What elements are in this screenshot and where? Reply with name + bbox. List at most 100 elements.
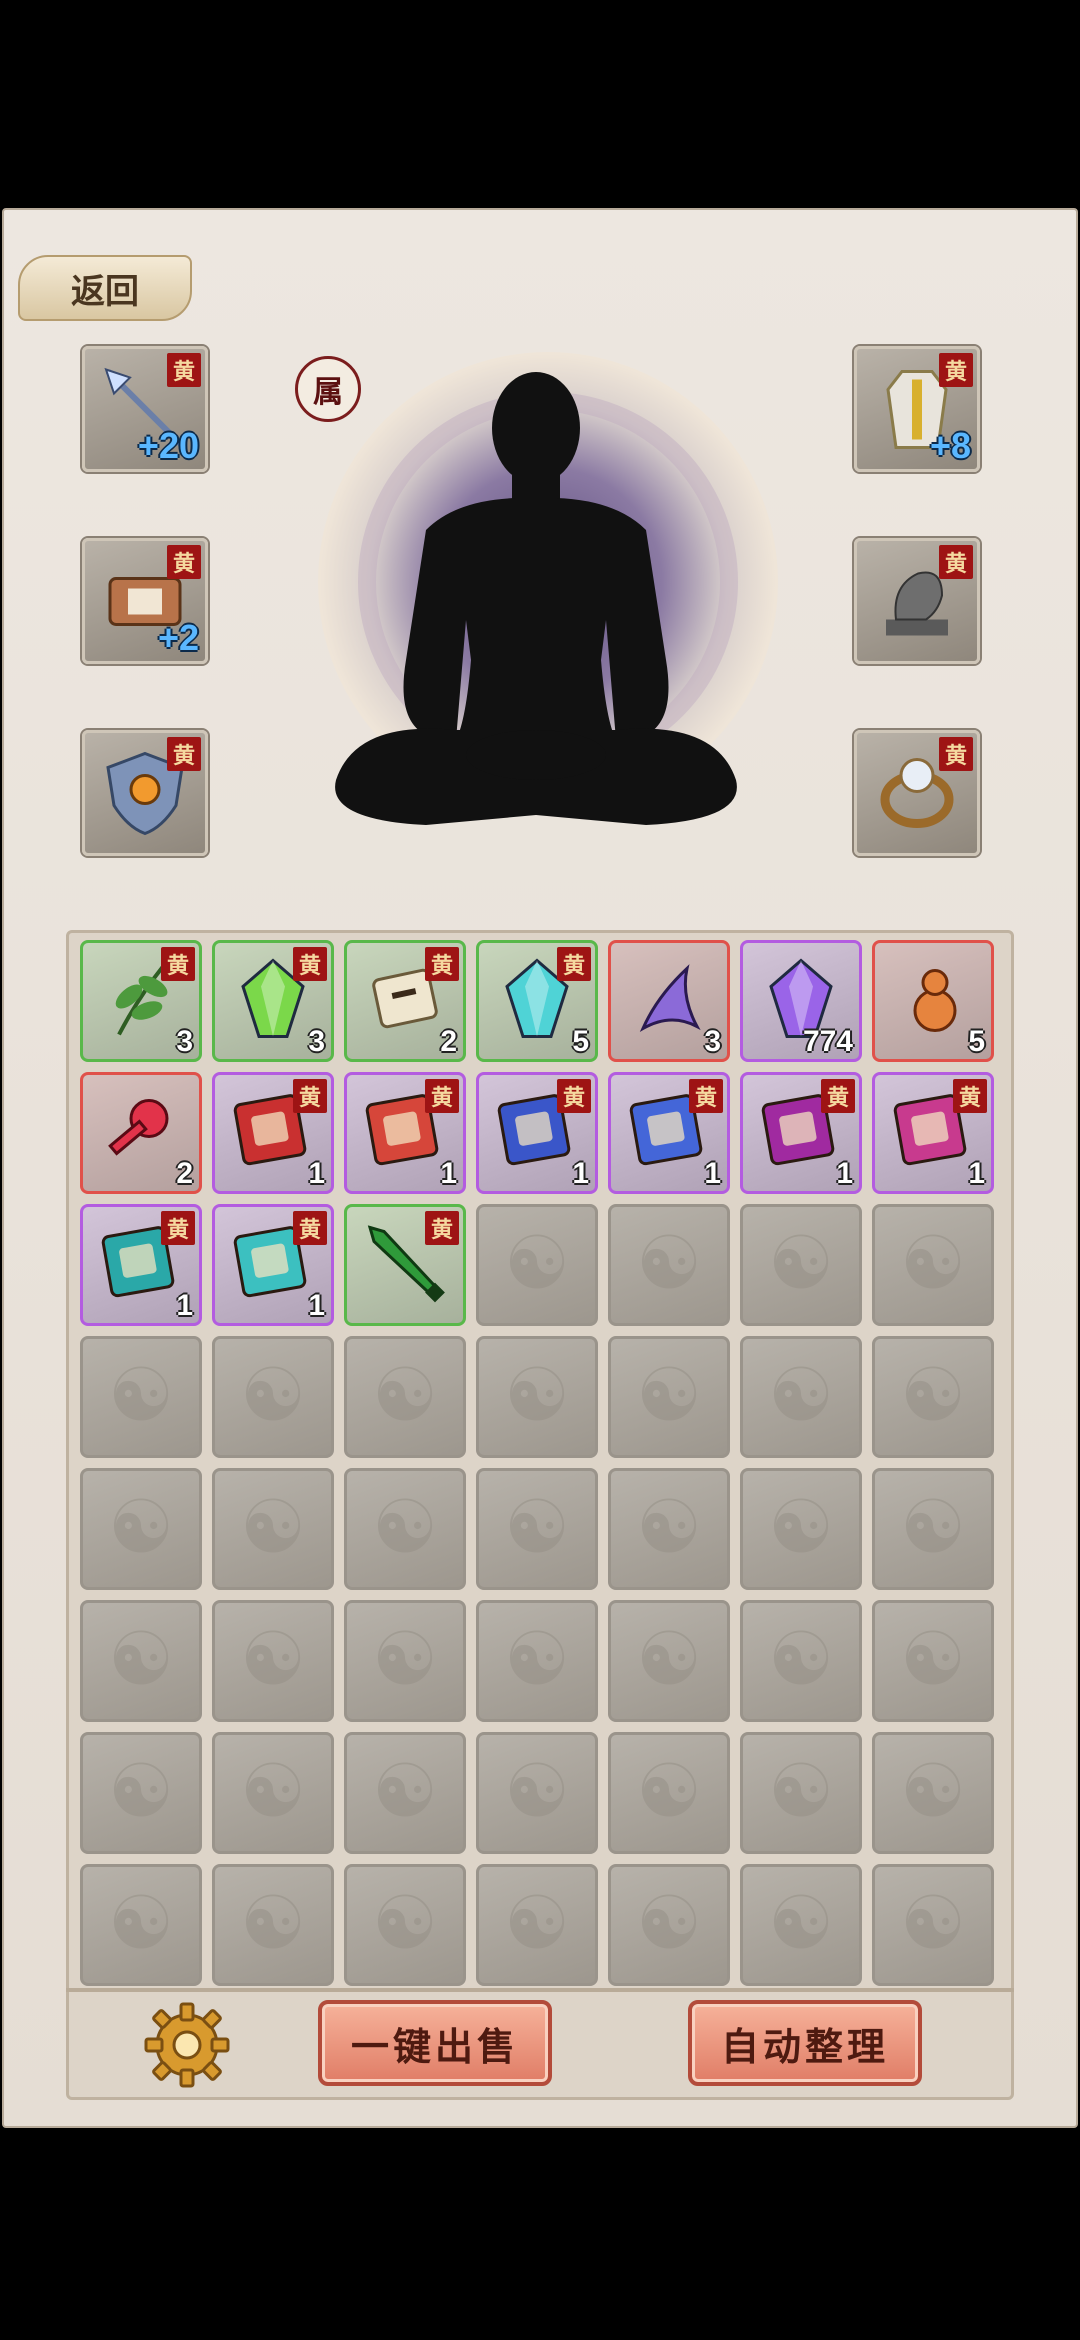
- inventory-empty-slot[interactable]: [608, 1732, 730, 1854]
- equip-slot-armor[interactable]: 黄 +8: [854, 346, 980, 472]
- sell-all-button[interactable]: 一键出售: [318, 2000, 552, 2086]
- inventory-item-scroll[interactable]: 黄2: [344, 940, 466, 1062]
- inventory-empty-slot[interactable]: [872, 1864, 994, 1986]
- inventory-empty-slot[interactable]: [80, 1336, 202, 1458]
- inventory-empty-slot[interactable]: [344, 1600, 466, 1722]
- item-count: 1: [308, 1157, 325, 1190]
- inventory-empty-slot[interactable]: [212, 1864, 334, 1986]
- back-button[interactable]: 返回: [18, 255, 192, 321]
- inventory-item-crystal[interactable]: 黄5: [476, 940, 598, 1062]
- inventory-empty-slot[interactable]: [740, 1468, 862, 1590]
- item-count: 1: [704, 1157, 721, 1190]
- inventory-empty-slot[interactable]: [740, 1204, 862, 1326]
- inventory-empty-slot[interactable]: [212, 1732, 334, 1854]
- auto-sort-label: 自动整理: [720, 2023, 889, 2069]
- inventory-empty-slot[interactable]: [344, 1468, 466, 1590]
- inventory-item-purple-book[interactable]: 黄1: [740, 1072, 862, 1194]
- inventory-empty-slot[interactable]: [608, 1336, 730, 1458]
- inventory-item-green-sword[interactable]: 黄: [344, 1204, 466, 1326]
- equip-slot-spear[interactable]: 黄 +20: [82, 346, 208, 472]
- equip-slot-shield[interactable]: 黄: [82, 730, 208, 856]
- rarity-tag: 黄: [939, 353, 973, 387]
- inventory-empty-slot[interactable]: [80, 1468, 202, 1590]
- inventory-empty-slot[interactable]: [344, 1864, 466, 1986]
- rarity-tag: 黄: [167, 545, 201, 579]
- settings-gear-icon[interactable]: [142, 2000, 232, 2090]
- inventory-empty-slot[interactable]: [872, 1336, 994, 1458]
- inventory-empty-slot[interactable]: [80, 1864, 202, 1986]
- inventory-empty-slot[interactable]: [476, 1600, 598, 1722]
- inventory-item-teal-book[interactable]: 黄1: [80, 1204, 202, 1326]
- rarity-tag: 黄: [167, 737, 201, 771]
- inventory-empty-slot[interactable]: [476, 1864, 598, 1986]
- inventory-item-red-gold-book[interactable]: 黄1: [344, 1072, 466, 1194]
- rarity-tag: 黄: [953, 1079, 987, 1113]
- inventory-empty-slot[interactable]: [476, 1336, 598, 1458]
- rarity-tag: 黄: [293, 947, 327, 981]
- inventory-item-herb[interactable]: 黄3: [80, 940, 202, 1062]
- enhance-level: +20: [137, 425, 199, 466]
- item-count: 2: [176, 1157, 193, 1190]
- equip-slot-scroll[interactable]: 黄 +2: [82, 538, 208, 664]
- item-count: 1: [836, 1157, 853, 1190]
- rarity-tag: 黄: [293, 1211, 327, 1245]
- enhance-level: +2: [157, 617, 199, 658]
- footer-divider: [66, 1988, 1014, 1992]
- spirit-wisp-icon: [627, 957, 711, 1046]
- inventory-empty-slot[interactable]: [740, 1600, 862, 1722]
- item-count: 5: [572, 1025, 589, 1058]
- inventory-empty-slot[interactable]: [872, 1468, 994, 1590]
- inventory-empty-slot[interactable]: [476, 1204, 598, 1326]
- rarity-tag: 黄: [821, 1079, 855, 1113]
- enhance-level: +8: [929, 425, 971, 466]
- inventory-empty-slot[interactable]: [872, 1600, 994, 1722]
- inventory-empty-slot[interactable]: [740, 1864, 862, 1986]
- rarity-tag: 黄: [939, 545, 973, 579]
- item-count: 1: [572, 1157, 589, 1190]
- inventory-item-purple-crystal[interactable]: 774: [740, 940, 862, 1062]
- attribute-label: 属: [313, 375, 343, 410]
- inventory-empty-slot[interactable]: [740, 1336, 862, 1458]
- inventory-empty-slot[interactable]: [476, 1468, 598, 1590]
- inventory-empty-slot[interactable]: [608, 1600, 730, 1722]
- inventory-empty-slot[interactable]: [212, 1336, 334, 1458]
- inventory-empty-slot[interactable]: [608, 1864, 730, 1986]
- inventory-item-pink-book[interactable]: 黄1: [872, 1072, 994, 1194]
- inventory-item-blue-gold-book[interactable]: 黄1: [608, 1072, 730, 1194]
- inventory-empty-slot[interactable]: [872, 1732, 994, 1854]
- equip-slot-beast-statue[interactable]: 黄: [854, 538, 980, 664]
- inventory-empty-slot[interactable]: [344, 1732, 466, 1854]
- inventory-empty-slot[interactable]: [608, 1468, 730, 1590]
- equip-slot-ring[interactable]: 黄: [854, 730, 980, 856]
- inventory-item-blue-book[interactable]: 黄1: [476, 1072, 598, 1194]
- inventory-empty-slot[interactable]: [740, 1732, 862, 1854]
- inventory-empty-slot[interactable]: [872, 1204, 994, 1326]
- rarity-tag: 黄: [293, 1079, 327, 1113]
- inventory-empty-slot[interactable]: [476, 1732, 598, 1854]
- rarity-tag: 黄: [689, 1079, 723, 1113]
- attribute-button[interactable]: 属: [295, 356, 361, 422]
- inventory-item-leaf-crystal[interactable]: 黄3: [212, 940, 334, 1062]
- inventory-empty-slot[interactable]: [80, 1600, 202, 1722]
- item-count: 3: [308, 1025, 325, 1058]
- item-count: 3: [176, 1025, 193, 1058]
- rarity-tag: 黄: [425, 1079, 459, 1113]
- inventory-empty-slot[interactable]: [608, 1204, 730, 1326]
- inventory-item-spirit-wisp[interactable]: 3: [608, 940, 730, 1062]
- inventory-empty-slot[interactable]: [212, 1468, 334, 1590]
- item-count: 1: [308, 1289, 325, 1322]
- sell-all-label: 一键出售: [350, 2023, 519, 2069]
- inventory-item-red-key[interactable]: 2: [80, 1072, 202, 1194]
- auto-sort-button[interactable]: 自动整理: [688, 2000, 922, 2086]
- inventory-item-teal-gold-book[interactable]: 黄1: [212, 1204, 334, 1326]
- inventory-empty-slot[interactable]: [344, 1336, 466, 1458]
- red-key-icon: [99, 1089, 183, 1178]
- inventory-empty-slot[interactable]: [212, 1600, 334, 1722]
- rarity-tag: 黄: [167, 353, 201, 387]
- item-count: 774: [802, 1025, 853, 1058]
- item-count: 1: [968, 1157, 985, 1190]
- character-silhouette: [335, 372, 737, 825]
- inventory-item-red-book[interactable]: 黄1: [212, 1072, 334, 1194]
- inventory-item-gourd[interactable]: 5: [872, 940, 994, 1062]
- inventory-empty-slot[interactable]: [80, 1732, 202, 1854]
